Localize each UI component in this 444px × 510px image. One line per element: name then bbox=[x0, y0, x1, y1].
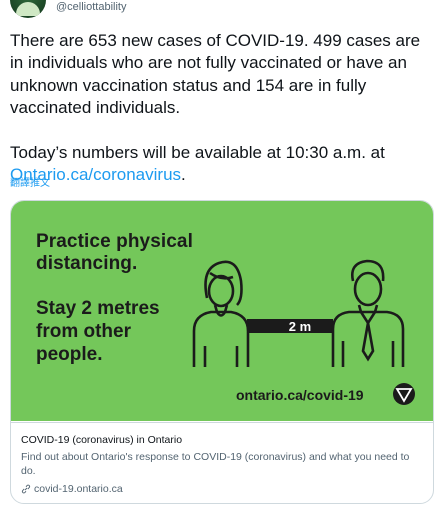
man-figure-icon bbox=[331, 259, 405, 367]
tweet-paragraph-1: There are 653 new cases of COVID-19. 499… bbox=[10, 31, 421, 118]
user-handle[interactable]: @celliottability bbox=[56, 0, 126, 14]
tweet-header: @celliottability bbox=[0, 0, 444, 22]
image-subheadline: Stay 2 metres from other people. bbox=[36, 297, 160, 366]
image-headline: Practice physical distancing. bbox=[36, 231, 193, 275]
card-title: COVID-19 (coronavirus) in Ontario bbox=[21, 434, 183, 446]
tweet-paragraph-2: Today’s numbers will be available at 10:… bbox=[10, 142, 436, 187]
image-sub-line-1: Stay 2 metres bbox=[36, 298, 160, 319]
card-image[interactable]: Practice physical distancing. Stay 2 met… bbox=[11, 201, 433, 421]
image-headline-line-1: Practice physical bbox=[36, 231, 193, 252]
image-url-text: ontario.ca/covid-19 bbox=[236, 387, 364, 403]
distance-label: 2 m bbox=[288, 319, 312, 334]
avatar[interactable] bbox=[10, 0, 46, 18]
card-domain: covid-19.ontario.ca bbox=[21, 482, 423, 496]
card-domain-text: covid-19.ontario.ca bbox=[34, 483, 123, 495]
image-sub-line-2: from other bbox=[36, 321, 131, 342]
link-icon bbox=[21, 484, 31, 494]
tweet-text: There are 653 new cases of COVID-19. 499… bbox=[10, 30, 436, 186]
tweet-paragraph-2-suffix: . bbox=[181, 165, 186, 185]
translate-tweet-link[interactable]: 翻譯推文 bbox=[10, 178, 50, 190]
link-preview-card[interactable]: Practice physical distancing. Stay 2 met… bbox=[10, 200, 434, 504]
image-sub-line-3: people. bbox=[36, 344, 103, 365]
image-headline-line-2: distancing. bbox=[36, 253, 138, 274]
card-body[interactable]: COVID-19 (coronavirus) in Ontario Find o… bbox=[11, 422, 433, 503]
woman-figure-icon bbox=[192, 260, 250, 367]
tweet-paragraph-2-text: Today’s numbers will be available at 10:… bbox=[10, 142, 385, 162]
card-description: Find out about Ontario's response to COV… bbox=[21, 451, 410, 477]
